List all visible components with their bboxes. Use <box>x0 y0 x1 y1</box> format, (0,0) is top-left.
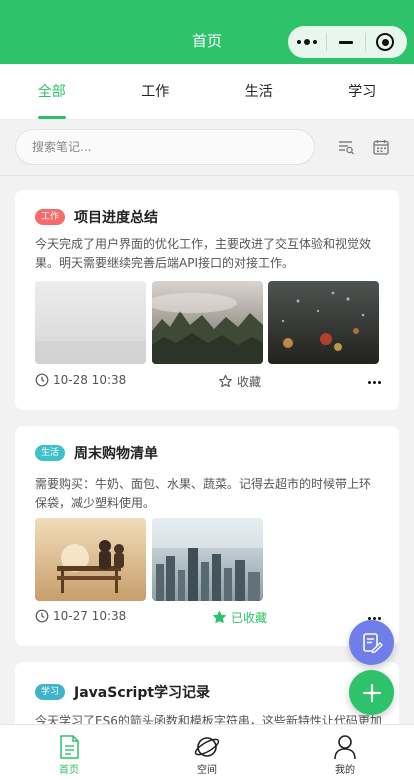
note-footer: 10-27 10:38 已收藏 <box>35 609 381 627</box>
note-image[interactable] <box>35 281 146 364</box>
document-icon <box>60 735 79 759</box>
note-image[interactable] <box>152 518 263 601</box>
note-title: 项目进度总结 <box>74 210 159 226</box>
note-content: 需要购买：牛奶、面包、水果、蔬菜。记得去超市的时候带上环保袋，减少塑料使用。 <box>35 477 372 510</box>
nav-profile[interactable]: 我的 <box>276 725 414 780</box>
tag-badge: 学习 <box>35 684 66 700</box>
favorite-label: 已收藏 <box>231 611 268 625</box>
star-outline-icon <box>219 374 232 388</box>
star-filled-icon <box>213 610 226 624</box>
minus-icon <box>339 40 353 44</box>
nav-label: 我的 <box>335 765 355 776</box>
note-header: 工作 项目进度总结 <box>35 208 158 226</box>
mini-program-capsule <box>288 26 407 58</box>
add-note-button[interactable] <box>349 670 394 715</box>
user-icon <box>334 735 356 760</box>
top-bar: 首页 <box>0 0 414 64</box>
tab-life[interactable]: 生活 <box>207 64 311 119</box>
planet-icon <box>194 737 220 757</box>
nav-label: 空间 <box>197 765 217 776</box>
note-card[interactable]: 学习 JavaScript学习记录 今天学习了ES6的箭头函数和模板字符串，这些… <box>15 662 399 724</box>
tab-study[interactable]: 学习 <box>311 64 414 119</box>
favorite-label: 收藏 <box>237 375 262 389</box>
nav-label: 首页 <box>59 765 79 776</box>
note-content: 今天完成了用户界面的优化工作，主要改进了交互体验和视觉效果。明天需要继续完善后端… <box>35 237 372 270</box>
category-tabs: 全部 工作 生活 学习 <box>0 64 414 120</box>
note-image[interactable] <box>35 518 146 601</box>
favorite-button[interactable]: 收藏 <box>218 373 261 390</box>
note-date: 10-28 10:38 <box>35 373 126 387</box>
note-footer: 10-28 10:38 收藏 <box>35 373 381 391</box>
note-title: 周末购物清单 <box>74 446 159 462</box>
nav-home[interactable]: 首页 <box>0 725 138 780</box>
plus-icon <box>362 683 381 702</box>
note-header: 学习 JavaScript学习记录 <box>35 683 210 701</box>
tab-all[interactable]: 全部 <box>0 64 104 119</box>
search-box <box>15 129 315 165</box>
note-title: JavaScript学习记录 <box>74 685 211 701</box>
edit-note-icon <box>362 632 383 653</box>
clock-icon <box>35 609 49 623</box>
minimize-button[interactable] <box>327 26 365 58</box>
section-divider <box>0 175 414 176</box>
note-date: 10-27 10:38 <box>35 609 126 623</box>
filter-list-icon[interactable] <box>337 138 355 156</box>
edit-note-button[interactable] <box>349 620 394 665</box>
note-header: 生活 周末购物清单 <box>35 444 158 462</box>
close-mini-program-button[interactable] <box>366 26 404 58</box>
more-dots-icon <box>297 39 317 45</box>
target-icon <box>376 33 394 51</box>
note-card[interactable]: 工作 项目进度总结 今天完成了用户界面的优化工作，主要改进了交互体验和视觉效果。… <box>15 190 399 410</box>
note-card[interactable]: 生活 周末购物清单 需要购买：牛奶、面包、水果、蔬菜。记得去超市的时候带上环保袋… <box>15 426 399 646</box>
search-input[interactable] <box>16 130 314 164</box>
tab-work[interactable]: 工作 <box>104 64 208 119</box>
clock-icon <box>35 373 49 387</box>
nav-space[interactable]: 空间 <box>138 725 276 780</box>
more-options-button[interactable] <box>368 373 381 391</box>
date-text: 10-27 10:38 <box>53 609 127 623</box>
favorite-button[interactable]: 已收藏 <box>212 609 267 626</box>
more-menu-button[interactable] <box>288 26 326 58</box>
note-image[interactable] <box>152 281 263 364</box>
note-content: 今天学习了ES6的箭头函数和模板字符串，这些新特性让代码更加 <box>35 714 382 724</box>
calendar-icon[interactable] <box>372 138 390 156</box>
date-text: 10-28 10:38 <box>53 373 127 387</box>
bottom-nav: 首页 空间 我的 <box>0 724 414 780</box>
note-image[interactable] <box>268 281 379 364</box>
tag-badge: 生活 <box>35 445 66 461</box>
search-row <box>0 120 414 175</box>
tag-badge: 工作 <box>35 209 66 225</box>
